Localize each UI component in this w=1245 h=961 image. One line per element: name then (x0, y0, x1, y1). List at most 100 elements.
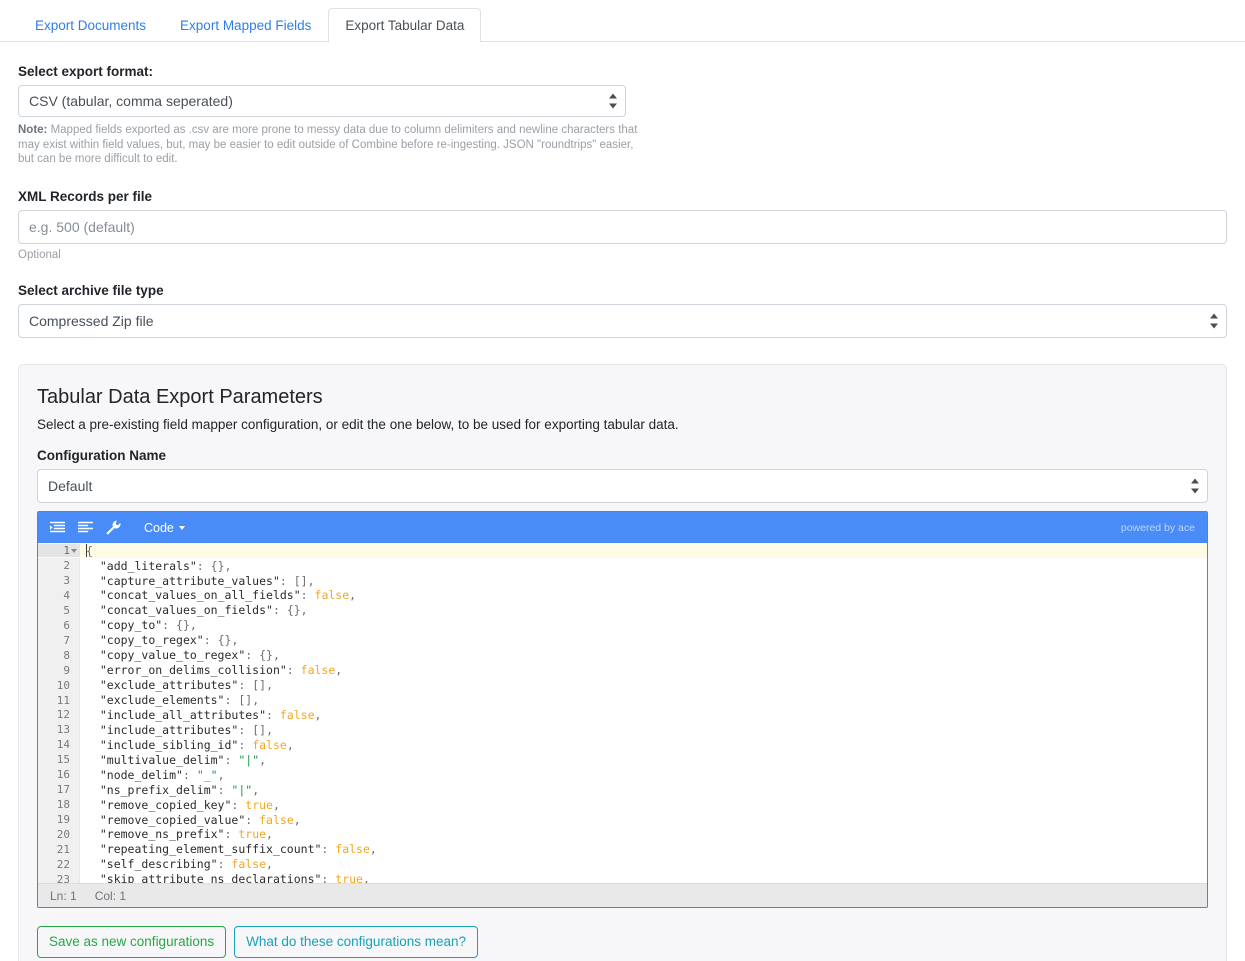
ace-code-line: 2 "add_literals": {}, (38, 558, 1207, 573)
ace-code-line: 23 "skip_attribute_ns_declarations": tru… (38, 872, 1207, 883)
ace-line-text: "concat_values_on_all_fields": false, (99, 588, 357, 603)
ace-editor[interactable]: Code powered by ace 1{2 "add_literals": … (37, 511, 1208, 909)
note-prefix: Note: (18, 124, 48, 136)
ace-line-number: 8 (63, 648, 70, 662)
ace-line-number: 13 (56, 723, 70, 737)
configuration-name-label: Configuration Name (37, 448, 167, 464)
wrench-icon[interactable] (106, 520, 121, 535)
ace-line-text: "include_attributes": [], (99, 722, 273, 737)
ace-line-number: 6 (63, 618, 70, 632)
ace-code-line: 6 "copy_to": {}, (38, 618, 1207, 633)
export-format-group: Select export format: CSV (tabular, comm… (18, 64, 1227, 167)
ace-line-text: "self_describing": false, (99, 857, 273, 872)
save-as-new-configurations-button[interactable]: Save as new configurations (37, 926, 227, 959)
ace-line-number: 3 (63, 574, 70, 587)
ace-line-text: "remove_ns_prefix": true, (99, 827, 273, 842)
note-body: Mapped fields exported as .csv are more … (18, 124, 638, 166)
configuration-name-select[interactable]: Default (37, 469, 1208, 504)
ace-code-area[interactable]: 1{2 "add_literals": {}, 3 "capture_attrib… (38, 543, 1207, 884)
ace-line-text: "copy_to": {}, (99, 618, 197, 633)
ace-code-line: 14 "include_sibling_id": false, (38, 737, 1207, 752)
export-format-select[interactable]: CSV (tabular, comma seperated) (18, 85, 626, 117)
ace-line-text: "capture_attribute_values": [], (99, 573, 315, 588)
ace-line-number: 16 (56, 768, 70, 782)
ace-toolbar: Code powered by ace (38, 512, 1207, 544)
export-tabular-form: Select export format: CSV (tabular, comm… (0, 64, 1245, 339)
ace-line-number: 19 (56, 813, 70, 826)
ace-code-line: 15 "multivalue_delim": "|", (38, 752, 1207, 767)
ace-code-line: 10 "exclude_attributes": [], (38, 678, 1207, 693)
ace-code-line: 16 "node_delim": "_", (38, 767, 1207, 782)
card-actions: Save as new configurations What do these… (37, 926, 1208, 959)
ace-branding: powered by ace (1120, 521, 1195, 534)
ace-line-text: "multivalue_delim": "|", (99, 752, 267, 767)
ace-line-text: "copy_to_regex": {}, (99, 633, 239, 648)
what-do-these-configurations-mean-button[interactable]: What do these configurations mean? (234, 926, 478, 959)
ace-line-number: 18 (56, 798, 70, 812)
ace-line-text: "add_literals": {}, (99, 558, 232, 573)
ace-status-col: Col: 1 (94, 888, 127, 903)
archive-type-group: Select archive file type Compressed Zip … (18, 283, 1227, 339)
ace-code-line: 18 "remove_copied_key": true, (38, 797, 1207, 812)
archive-type-select-wrap: Compressed Zip file (18, 304, 1227, 339)
ace-code-line: 20 "remove_ns_prefix": true, (38, 827, 1207, 842)
ace-line-text: "exclude_elements": [], (99, 693, 260, 707)
records-per-file-label: XML Records per file (18, 189, 153, 205)
tab-export-documents[interactable]: Export Documents (18, 8, 163, 42)
ace-code-line: 19 "remove_copied_value": false, (38, 812, 1207, 827)
ace-line-text: "ns_prefix_delim": "|", (99, 782, 260, 797)
configuration-name-select-wrap: Default (37, 469, 1208, 504)
ace-line-number: 9 (63, 663, 70, 677)
ace-line-number: 12 (56, 708, 70, 722)
export-tab-bar: Export Documents Export Mapped Fields Ex… (0, 0, 1245, 42)
ace-line-number: 14 (56, 738, 70, 752)
archive-type-label: Select archive file type (18, 283, 164, 299)
chevron-down-icon (178, 525, 185, 530)
ace-line-text: "repeating_element_suffix_count": false, (99, 842, 377, 857)
ace-line-text: "remove_copied_key": true, (99, 797, 280, 812)
ace-status-bar: Ln: 1 Col: 1 (38, 883, 1207, 908)
align-left-icon[interactable] (77, 521, 94, 534)
ace-line-number: 15 (56, 753, 70, 767)
archive-type-select[interactable]: Compressed Zip file (18, 304, 1227, 339)
export-format-select-wrap: CSV (tabular, comma seperated) (18, 85, 626, 117)
ace-line-number: 22 (56, 857, 70, 871)
records-per-file-help: Optional (18, 249, 61, 262)
tabular-export-parameters-card: Tabular Data Export Parameters Select a … (18, 364, 1227, 961)
ace-line-number: 2 (63, 559, 70, 573)
ace-code-line: 21 "repeating_element_suffix_count": fal… (38, 842, 1207, 857)
ace-code-line: 12 "include_all_attributes": false, (38, 707, 1207, 722)
ace-code-line: 17 "ns_prefix_delim": "|", (38, 782, 1207, 797)
export-format-note: Note: Mapped fields exported as .csv are… (18, 123, 638, 167)
ace-status-line: Ln: 1 (50, 888, 77, 903)
ace-code-line: 22 "self_describing": false, (38, 857, 1207, 872)
ace-code-line: 8 "copy_value_to_regex": {}, (38, 648, 1207, 663)
text-cursor (86, 544, 87, 558)
ace-line-number: 11 (56, 693, 70, 707)
ace-line-number: 10 (56, 678, 70, 692)
ace-line-number: 7 (63, 633, 70, 647)
ace-code-line: 7 "copy_to_regex": {}, (38, 633, 1207, 648)
ace-line-number: 21 (56, 842, 70, 856)
ace-line-text: "error_on_delims_collision": false, (99, 663, 343, 678)
ace-line-text: "exclude_attributes": [], (99, 678, 273, 693)
tab-export-mapped-fields[interactable]: Export Mapped Fields (163, 8, 328, 42)
ace-line-text: "include_all_attributes": false, (99, 707, 322, 722)
ace-code-line: 4 "concat_values_on_all_fields": false, (38, 588, 1207, 603)
fold-arrow-icon[interactable] (71, 548, 77, 553)
ace-code-line: 9 "error_on_delims_collision": false, (38, 663, 1207, 678)
records-per-file-input[interactable] (18, 210, 1227, 245)
card-title: Tabular Data Export Parameters (37, 386, 323, 409)
ace-code-menu-label: Code (144, 520, 174, 535)
ace-line-number: 20 (56, 827, 70, 841)
ace-line-text: "skip_attribute_ns_declarations": true, (99, 872, 370, 884)
tab-export-tabular-data[interactable]: Export Tabular Data (328, 7, 482, 42)
indent-icon[interactable] (49, 521, 66, 534)
ace-line-list: 1{2 "add_literals": {}, 3 "capture_attrib… (38, 543, 1207, 883)
card-subtitle: Select a pre-existing field mapper confi… (37, 417, 679, 433)
ace-code-menu[interactable]: Code (144, 521, 185, 535)
ace-code-line: 13 "include_attributes": [], (38, 722, 1207, 737)
export-format-label: Select export format: (18, 64, 154, 79)
ace-line-number: 17 (56, 783, 70, 797)
ace-line-text: "concat_values_on_fields": {}, (99, 603, 308, 618)
